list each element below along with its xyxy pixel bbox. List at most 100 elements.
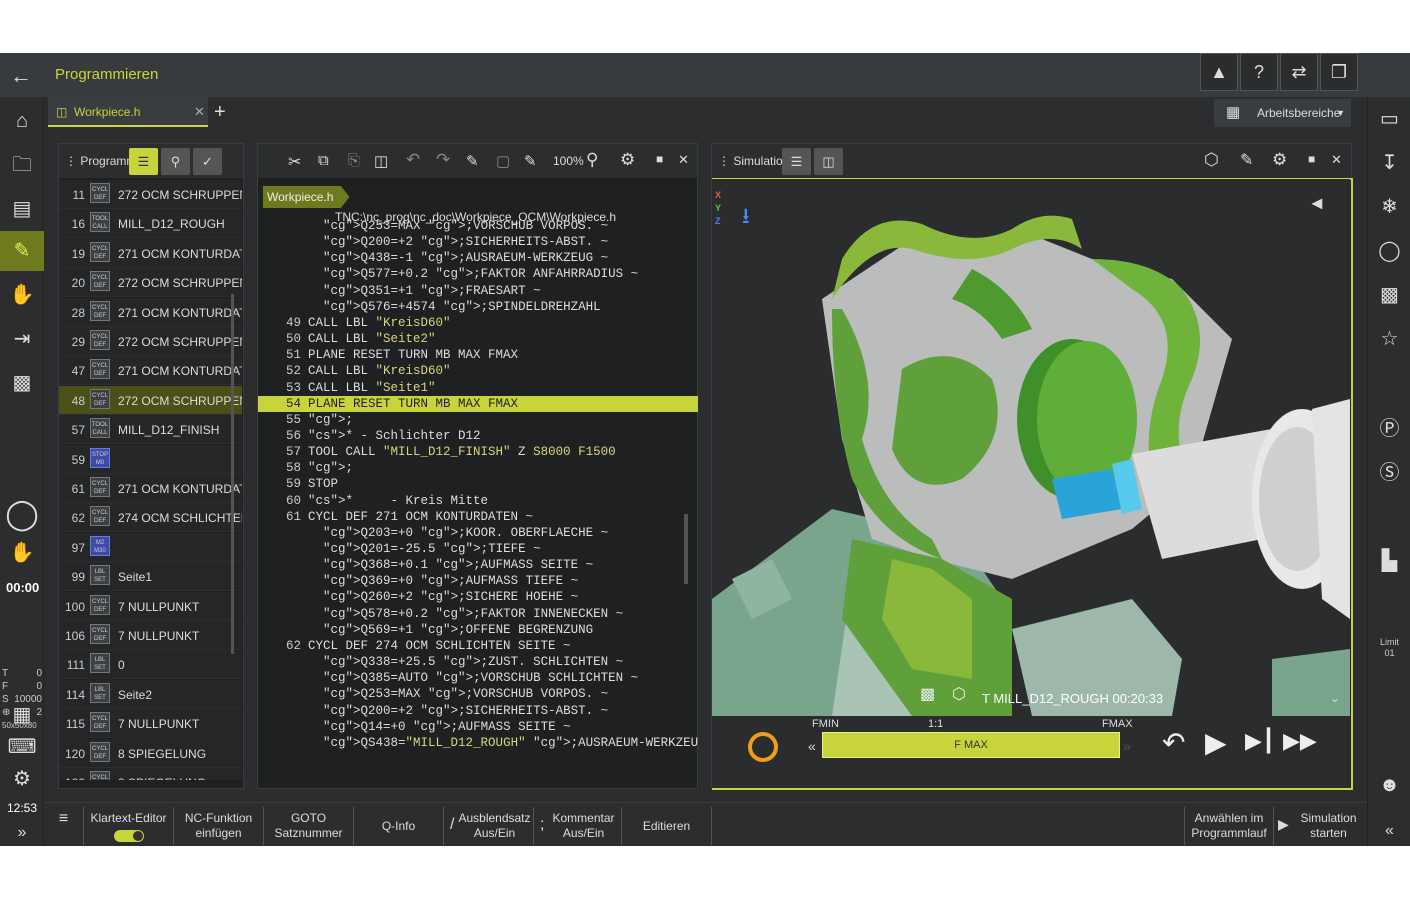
tool-magazine-icon[interactable]: ◯: [1368, 231, 1410, 271]
start-simulation-button[interactable]: ▶ Simulation starten: [1274, 807, 1367, 845]
code-line[interactable]: "cg">Q369=+0 "cg">;AUFMASS TIEFE ~: [258, 573, 698, 589]
spindle-override-icon[interactable]: Ⓢ: [1368, 453, 1410, 493]
close-icon[interactable]: ✕: [678, 152, 689, 168]
menu-icon[interactable]: ≡: [44, 807, 84, 845]
settings-icon[interactable]: ⚙: [620, 150, 635, 170]
code-line[interactable]: "cg">Q253=MAX "cg">;VORSCHUB VORPOS. ~: [258, 218, 698, 234]
code-line[interactable]: "cg">Q385=AUTO "cg">;VORSCHUB SCHLICHTEN…: [258, 670, 698, 686]
windows-icon[interactable]: ❐: [1320, 53, 1358, 91]
code-line[interactable]: "cg">Q203=+0 "cg">;KOOR. OBERFLAECHE ~: [258, 525, 698, 541]
toolbox-icon[interactable]: ◫: [814, 148, 843, 175]
list-item[interactable]: 115 CYCL DEF 7 NULLPUNKT: [59, 709, 242, 739]
code-line[interactable]: 57 TOOL CALL "MILL_D12_FINISH" Z S8000 F1…: [258, 444, 698, 460]
increase-feed-icon[interactable]: »: [1123, 738, 1131, 754]
code-line[interactable]: 55 "cg">;: [258, 412, 698, 428]
list-item[interactable]: 123CYCL DEF8 SPIEGELUNG: [59, 768, 242, 780]
code-line[interactable]: "cg">Q438=-1 "cg">;AUSRAEUM-WERKZEUG ~: [258, 250, 698, 266]
zoom-icon[interactable]: ⚲: [586, 150, 598, 170]
list-item[interactable]: 28CYCL DEF271 OCM KONTURDATEN: [59, 297, 242, 327]
code-line[interactable]: "cg">Q253=MAX "cg">;VORSCHUB VORPOS. ~: [258, 686, 698, 702]
code-line[interactable]: "cg">Q14=+0 "cg">;AUFMASS SEITE ~: [258, 719, 698, 735]
code-line[interactable]: "cg">Q576=+4574 "cg">;SPINDELDREHZAHL: [258, 299, 698, 315]
code-line[interactable]: "cg">Q351=+1 "cg">;FRAESART ~: [258, 283, 698, 299]
manual-hand-icon[interactable]: ✋: [0, 275, 44, 315]
code-line[interactable]: 59 STOP: [258, 476, 698, 492]
maximize-icon[interactable]: ■: [1308, 152, 1315, 166]
list-item[interactable]: 20 CYCL DEF 272 OCM SCHRUPPEN: [59, 268, 242, 298]
warning-icon[interactable]: ▲: [1200, 53, 1238, 91]
q-info-button[interactable]: Q-Info: [354, 807, 444, 845]
settings-icon[interactable]: ⚙: [1272, 150, 1287, 170]
list-item[interactable]: 97 M2 M30: [59, 532, 242, 562]
chevron-down-icon[interactable]: ⌄: [1330, 691, 1340, 705]
machine-icon[interactable]: ▩: [0, 363, 44, 403]
cut-icon[interactable]: ✂: [288, 152, 301, 172]
expand-icon[interactable]: »: [0, 813, 44, 853]
search-icon[interactable]: ⚲: [161, 148, 190, 175]
code-line[interactable]: 49 CALL LBL "KreisD60": [258, 315, 698, 331]
folder-icon[interactable]: 🗀: [0, 145, 44, 185]
export-icon[interactable]: ✎: [1240, 150, 1253, 170]
toggle-switch[interactable]: [113, 830, 144, 842]
code-line[interactable]: "cg">Q577=+0.2 "cg">;FAKTOR ANFAHRRADIUS…: [258, 266, 698, 282]
code-line[interactable]: "cg">Q200=+2 "cg">;SICHERHEITS-ABST. ~: [258, 234, 698, 250]
star-icon[interactable]: ☆: [1368, 319, 1410, 359]
breadcrumb[interactable]: Workpiece.h: [263, 186, 350, 208]
list-item[interactable]: 61CYCL DEF271 OCM KONTURDATEN: [59, 474, 242, 503]
undo-icon[interactable]: ↶: [406, 150, 420, 170]
list-item[interactable]: 62CYCL DEF274 OCM SCHLICHTEN SE: [59, 503, 242, 533]
check-icon[interactable]: ✓: [193, 148, 222, 175]
program-run-icon[interactable]: ⇥: [0, 319, 44, 359]
code-line[interactable]: "cg">Q578=+0.2 "cg">;FAKTOR INNENECKEN ~: [258, 606, 698, 622]
code-line[interactable]: 58 "cg">;: [258, 460, 698, 476]
settings-icon[interactable]: ⚙: [0, 759, 44, 799]
user-icon[interactable]: ☻: [1368, 765, 1410, 805]
scrollbar[interactable]: [684, 514, 688, 584]
save-as-icon[interactable]: ✎: [524, 152, 537, 170]
decrease-feed-icon[interactable]: «: [808, 738, 816, 754]
home-icon[interactable]: ⌂: [0, 101, 44, 141]
code-line[interactable]: 62 CYCL DEF 274 OCM SCHLICHTEN SEITE ~: [258, 638, 698, 654]
list-item[interactable]: 106 CYCL DEF 7 NULLPUNKT: [59, 621, 242, 650]
table-icon[interactable]: ▤: [0, 189, 44, 229]
list-item[interactable]: 29 CYCL DEF 272 OCM SCHRUPPEN: [59, 327, 242, 356]
code-line[interactable]: 51 PLANE RESET TURN MB MAX FMAX: [258, 347, 698, 363]
code-line[interactable]: 52 CALL LBL "KreisD60": [258, 363, 698, 379]
feed-override-icon[interactable]: Ⓟ: [1368, 409, 1410, 449]
code-line[interactable]: 60 "cs">* - Kreis Mitte: [258, 493, 698, 509]
compare-icon[interactable]: ◫: [374, 152, 388, 170]
spindle-icon[interactable]: ↧: [1368, 143, 1410, 183]
code-line[interactable]: "cg">Q368=+0.1 "cg">;AUFMASS SEITE ~: [258, 557, 698, 573]
reset-icon[interactable]: ↶: [1162, 726, 1185, 759]
code-line[interactable]: 56 "cs">* - Schlichter D12: [258, 428, 698, 444]
nc-code-editor[interactable]: "cg">Q253=MAX "cg">;VORSCHUB VORPOS. ~ "…: [258, 218, 698, 770]
nc-function-button[interactable]: NC-Funktion einfügen: [174, 807, 264, 845]
redo-icon[interactable]: ↷: [436, 150, 450, 170]
edit-button[interactable]: Editieren: [622, 807, 712, 845]
workspaces-dropdown[interactable]: ▦ Arbeitsbereiche ▼: [1214, 99, 1351, 127]
skip-block-button[interactable]: / Ausblendsatz Aus/Ein: [444, 807, 534, 845]
list-item[interactable]: 111 LBL SET 0: [59, 650, 242, 680]
list-item[interactable]: 11 CYCL DEF 272 OCM SCHRUPPEN: [59, 180, 242, 209]
add-tab-icon[interactable]: +: [214, 97, 226, 127]
single-step-icon[interactable]: ▶┃: [1245, 728, 1275, 754]
back-arrow-icon[interactable]: ←: [10, 63, 32, 89]
coolant-icon[interactable]: ❄: [1368, 187, 1410, 227]
list-item[interactable]: 57 TOOL CALL MILL_D12_FINISH: [59, 415, 242, 445]
list-item[interactable]: 59 STOP M0: [59, 444, 242, 474]
edit-form-icon[interactable]: ✎: [466, 152, 479, 170]
maximize-icon[interactable]: ■: [656, 152, 663, 166]
pin-icon[interactable]: ◄: [1308, 193, 1326, 214]
select-in-program-run-button[interactable]: Anwählen im Programmlauf: [1184, 807, 1274, 845]
list-item[interactable]: 48 CYCL DEF 272 OCM SCHRUPPEN: [59, 385, 242, 415]
program-structure-list[interactable]: 11 CYCL DEF 272 OCM SCHRUPPEN 16 TOOL CALL MI…: [59, 180, 242, 780]
list-item[interactable]: 100 CYCL DEF 7 NULLPUNKT: [59, 591, 242, 621]
hand-icon[interactable]: ✋: [0, 533, 44, 573]
klartext-editor-toggle[interactable]: Klartext-Editor: [84, 807, 174, 845]
copy-icon[interactable]: ⧉: [318, 152, 329, 169]
list-item[interactable]: 99 LBL SET Seite1: [59, 562, 242, 592]
tool-icon[interactable]: ▙: [1368, 541, 1410, 581]
cycle-status-icon[interactable]: ◯: [0, 495, 44, 535]
limit-indicator[interactable]: Limit 01: [1368, 637, 1410, 659]
code-line[interactable]: 50 CALL LBL "Seite2": [258, 331, 698, 347]
